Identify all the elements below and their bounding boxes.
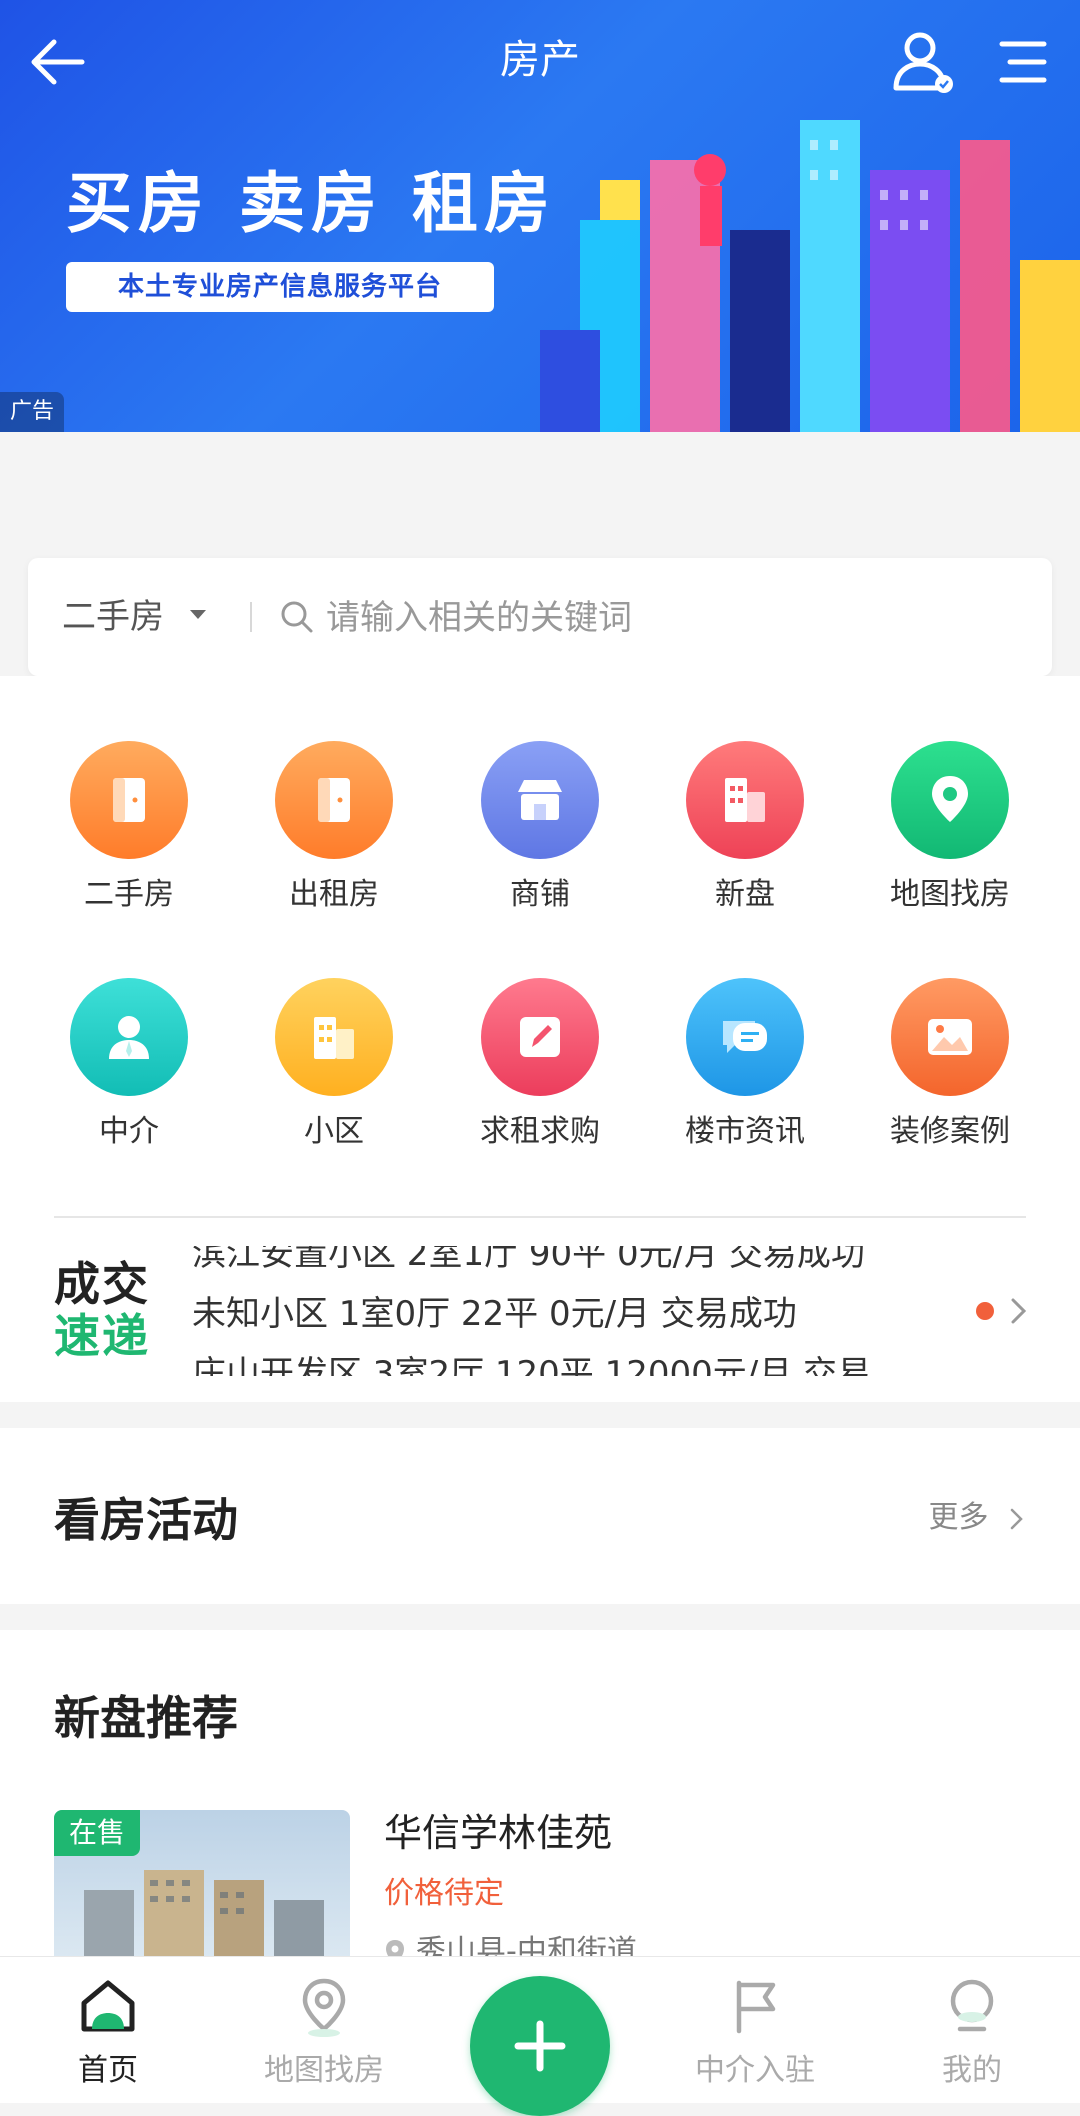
tab-agent-join[interactable]: 中介入驻 [655,1957,855,2103]
tab-home[interactable]: 首页 [8,1957,208,2103]
divider [54,1216,1026,1218]
category-shop[interactable]: 商铺 [440,741,640,941]
viewing-activity-section: 看房活动 更多 [0,1428,1080,1604]
category-label: 出租房 [289,877,379,912]
category-label: 中介 [99,1114,159,1149]
search-bar: 二手房 [28,558,1052,676]
tab-label: 地图找房 [264,2053,384,2088]
category-grid: 二手房 出租房 商铺 新盘 地图找房 中介 小区 求租求购 楼市资讯 装修案例 … [0,676,1080,1402]
building-icon [725,778,765,822]
more-link[interactable]: 更多 [928,1492,1026,1536]
profile-icon [950,1979,994,2032]
image-icon [928,1019,972,1055]
banner-subtitle: 本土专业房产信息服务平台 [66,262,494,312]
listing-price: 价格待定 [384,1876,504,1911]
agent-icon [109,1016,149,1059]
category-label: 小区 [304,1114,364,1149]
category-label: 商铺 [510,877,570,912]
search-icon [281,601,313,633]
ticker-item: 庄山开发区 3室2厅 120平 12000元/月 交易 [192,1354,872,1376]
section-title: 新盘推荐 [54,1691,238,1745]
ticker-item: 滨江安置小区 2室1厅 90平 0元/月 交易成功 [192,1246,865,1274]
add-post-button[interactable] [470,1976,610,2116]
unread-dot [976,1302,994,1320]
ticker-item: 未知小区 1室0厅 22平 0元/月 交易成功 [192,1294,797,1334]
category-used-house[interactable]: 二手房 [29,741,229,941]
deal-news-logo-line2: 速递 [54,1309,150,1363]
category-decoration[interactable]: 装修案例 [850,978,1050,1178]
tab-map-search[interactable]: 地图找房 [224,1957,424,2103]
door-icon [318,778,350,822]
map-pin-icon [932,776,968,822]
search-input[interactable] [324,582,1028,654]
category-label: 楼市资讯 [685,1114,805,1149]
edit-icon [520,1017,560,1057]
user-check-icon[interactable] [890,28,960,98]
category-rental[interactable]: 出租房 [234,741,434,941]
section-title: 看房活动 [54,1493,238,1547]
category-label: 新盘 [715,877,775,912]
category-agent[interactable]: 中介 [29,978,229,1178]
map-pin-icon [302,1978,346,2037]
on-sale-badge: 在售 [54,1810,140,1856]
search-type-selector[interactable]: 二手房 [62,558,164,676]
category-label: 地图找房 [890,877,1010,912]
category-label: 装修案例 [890,1114,1010,1149]
category-wanted[interactable]: 求租求购 [440,978,640,1178]
category-label: 二手房 [84,877,174,912]
divider [250,602,252,632]
community-icon [314,1017,354,1059]
banner-headline: 买房 卖房 租房 [66,165,556,242]
chevron-right-icon[interactable] [1008,1296,1030,1326]
tab-profile[interactable]: 我的 [872,1957,1072,2103]
category-new-development[interactable]: 新盘 [645,741,845,941]
tab-label: 首页 [78,2053,138,2088]
caret-down-icon[interactable] [190,610,206,619]
chat-icon [723,1021,767,1053]
more-label: 更多 [928,1500,989,1535]
ad-badge: 广告 [0,392,64,432]
category-community[interactable]: 小区 [234,978,434,1178]
plus-icon [514,2020,566,2072]
category-map-search[interactable]: 地图找房 [850,741,1050,941]
tab-label: 我的 [942,2053,1002,2088]
chevron-right-icon [1010,1508,1023,1529]
top-bar: 房产 [0,0,1080,120]
shop-icon [518,780,562,820]
deal-news-logo: 成交 速递 [54,1258,164,1368]
flag-icon [736,1980,776,2034]
deal-news-logo-line1: 成交 [54,1257,150,1311]
deal-news-ticker[interactable]: 滨江安置小区 2室1厅 90平 0元/月 交易成功 未知小区 1室0厅 22平 … [190,1246,950,1376]
door-icon [113,778,145,822]
city-illustration [540,120,1080,432]
category-label: 求租求购 [480,1114,600,1149]
listing-name[interactable]: 华信学林佳苑 [384,1802,612,1857]
tab-label: 中介入驻 [695,2053,815,2088]
category-news[interactable]: 楼市资讯 [645,978,845,1178]
promo-banner[interactable]: 房产 买房 卖房 租房 本土专业房产信息服务平台 广告 [0,0,1080,432]
hamburger-menu-icon[interactable] [990,32,1050,92]
home-icon [81,1980,135,2032]
